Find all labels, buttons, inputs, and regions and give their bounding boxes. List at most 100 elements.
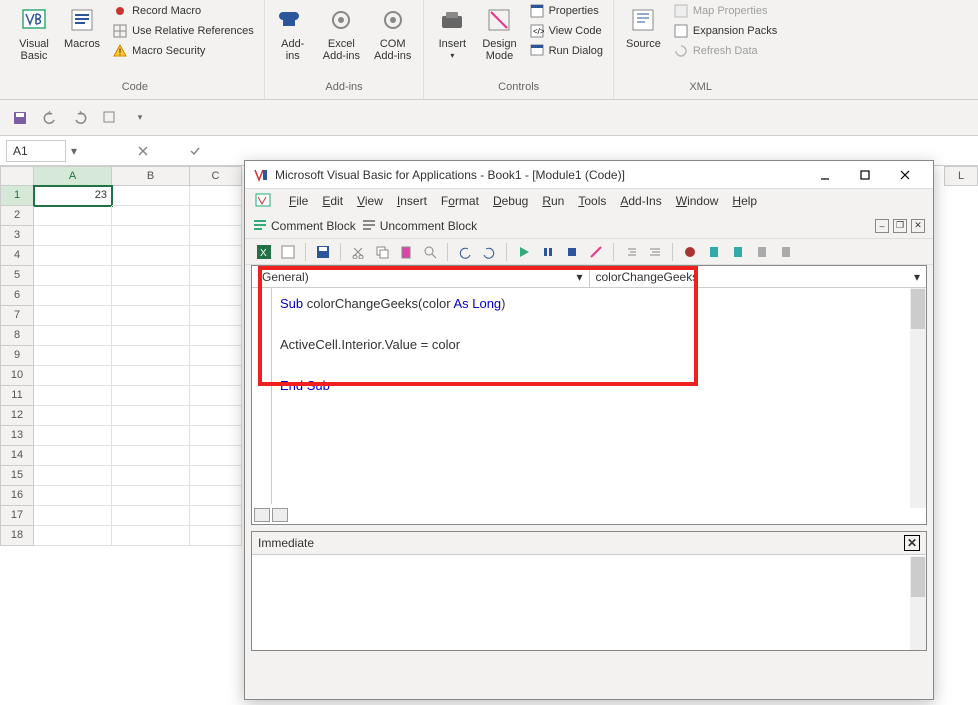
code-editor[interactable]: Sub colorChangeGeeks(color As Long) Acti… bbox=[252, 288, 926, 403]
insert-button[interactable]: Insert▾ bbox=[432, 2, 472, 63]
cell[interactable] bbox=[112, 526, 190, 546]
reset-button[interactable] bbox=[563, 243, 581, 261]
next-bookmark-button[interactable] bbox=[729, 243, 747, 261]
refresh-data-button[interactable]: Refresh Data bbox=[671, 42, 779, 60]
cell[interactable] bbox=[112, 486, 190, 506]
row-header[interactable]: 4 bbox=[0, 246, 34, 266]
cell[interactable] bbox=[112, 266, 190, 286]
cell[interactable] bbox=[112, 326, 190, 346]
find-button[interactable] bbox=[421, 243, 439, 261]
immediate-input[interactable] bbox=[252, 555, 926, 635]
cell[interactable] bbox=[190, 206, 242, 226]
cell[interactable] bbox=[112, 346, 190, 366]
immediate-vscrollbar[interactable] bbox=[910, 556, 926, 650]
cell[interactable] bbox=[190, 326, 242, 346]
cell[interactable]: 23 bbox=[34, 186, 112, 206]
paste-button[interactable] bbox=[397, 243, 415, 261]
cell[interactable] bbox=[112, 446, 190, 466]
row-header[interactable]: 15 bbox=[0, 466, 34, 486]
menu-file[interactable]: File bbox=[289, 194, 308, 208]
prev-bookmark-button[interactable] bbox=[753, 243, 771, 261]
cell[interactable] bbox=[34, 506, 112, 526]
redo-vba-button[interactable] bbox=[480, 243, 498, 261]
com-addins-button[interactable]: COM Add-ins bbox=[370, 2, 415, 64]
close-button[interactable] bbox=[885, 161, 925, 189]
maximize-button[interactable] bbox=[845, 161, 885, 189]
redo-button[interactable] bbox=[70, 108, 90, 128]
view-code-button[interactable]: </>View Code bbox=[527, 22, 605, 40]
indent-button[interactable] bbox=[622, 243, 640, 261]
cell[interactable] bbox=[34, 306, 112, 326]
cell[interactable] bbox=[112, 406, 190, 426]
cell[interactable] bbox=[112, 466, 190, 486]
visual-basic-button[interactable]: Visual Basic bbox=[14, 2, 54, 64]
row-header[interactable]: 13 bbox=[0, 426, 34, 446]
mdi-close-button[interactable]: ✕ bbox=[911, 219, 925, 233]
cell[interactable] bbox=[190, 466, 242, 486]
name-box[interactable]: A1 bbox=[6, 140, 66, 162]
cell[interactable] bbox=[34, 466, 112, 486]
outdent-button[interactable] bbox=[646, 243, 664, 261]
bookmark-button[interactable] bbox=[705, 243, 723, 261]
clear-bookmarks-button[interactable] bbox=[777, 243, 795, 261]
row-header[interactable]: 17 bbox=[0, 506, 34, 526]
cell[interactable] bbox=[190, 486, 242, 506]
menu-tools[interactable]: Tools bbox=[578, 194, 606, 208]
code-vscrollbar[interactable] bbox=[910, 288, 926, 508]
mdi-minimize-button[interactable]: – bbox=[875, 219, 889, 233]
cell[interactable] bbox=[34, 266, 112, 286]
save-button[interactable] bbox=[10, 108, 30, 128]
cell[interactable] bbox=[112, 426, 190, 446]
menu-run[interactable]: Run bbox=[542, 194, 564, 208]
qat-customize-button[interactable]: ▾ bbox=[130, 108, 150, 128]
cell[interactable] bbox=[190, 406, 242, 426]
cell[interactable] bbox=[112, 186, 190, 206]
row-header[interactable]: 3 bbox=[0, 226, 34, 246]
cell[interactable] bbox=[190, 446, 242, 466]
vba-titlebar[interactable]: Microsoft Visual Basic for Applications … bbox=[245, 161, 933, 189]
menu-insert[interactable]: Insert bbox=[397, 194, 427, 208]
row-header[interactable]: 2 bbox=[0, 206, 34, 226]
cell[interactable] bbox=[112, 366, 190, 386]
row-header[interactable]: 5 bbox=[0, 266, 34, 286]
cell[interactable] bbox=[34, 326, 112, 346]
source-button[interactable]: Source bbox=[622, 2, 665, 52]
break-button[interactable] bbox=[539, 243, 557, 261]
addins-button[interactable]: Add- ins bbox=[273, 2, 313, 64]
cancel-button[interactable] bbox=[132, 140, 154, 162]
row-header[interactable]: 14 bbox=[0, 446, 34, 466]
design-button[interactable] bbox=[587, 243, 605, 261]
comment-block-button[interactable]: Comment Block bbox=[253, 217, 356, 234]
cell[interactable] bbox=[34, 486, 112, 506]
menu-addins[interactable]: Add-Ins bbox=[620, 194, 661, 208]
cell[interactable] bbox=[112, 226, 190, 246]
expansion-packs-button[interactable]: Expansion Packs bbox=[671, 22, 779, 40]
copy-button[interactable] bbox=[373, 243, 391, 261]
row-header[interactable]: 7 bbox=[0, 306, 34, 326]
macro-security-button[interactable]: !Macro Security bbox=[110, 42, 256, 60]
save-vba-button[interactable] bbox=[314, 243, 332, 261]
cell[interactable] bbox=[34, 246, 112, 266]
mdi-restore-button[interactable]: ❐ bbox=[893, 219, 907, 233]
menu-window[interactable]: Window bbox=[676, 194, 719, 208]
cell[interactable] bbox=[34, 366, 112, 386]
cell[interactable] bbox=[190, 346, 242, 366]
cell[interactable] bbox=[190, 426, 242, 446]
record-macro-button[interactable]: Record Macro bbox=[110, 2, 256, 20]
row-header[interactable]: 11 bbox=[0, 386, 34, 406]
undo-vba-button[interactable] bbox=[456, 243, 474, 261]
design-mode-button[interactable]: Design Mode bbox=[478, 2, 520, 64]
row-header[interactable]: 9 bbox=[0, 346, 34, 366]
row-header[interactable]: 8 bbox=[0, 326, 34, 346]
run-dialog-button[interactable]: Run Dialog bbox=[527, 42, 605, 60]
cell[interactable] bbox=[190, 306, 242, 326]
properties-button[interactable]: Properties bbox=[527, 2, 605, 20]
row-header[interactable]: 10 bbox=[0, 366, 34, 386]
cell[interactable] bbox=[190, 386, 242, 406]
uncomment-block-button[interactable]: Uncomment Block bbox=[362, 217, 477, 234]
undo-button[interactable] bbox=[40, 108, 60, 128]
col-header-b[interactable]: B bbox=[112, 166, 190, 186]
name-box-dropdown[interactable]: ▾ bbox=[66, 144, 82, 158]
menu-help[interactable]: Help bbox=[732, 194, 757, 208]
cell[interactable] bbox=[112, 246, 190, 266]
